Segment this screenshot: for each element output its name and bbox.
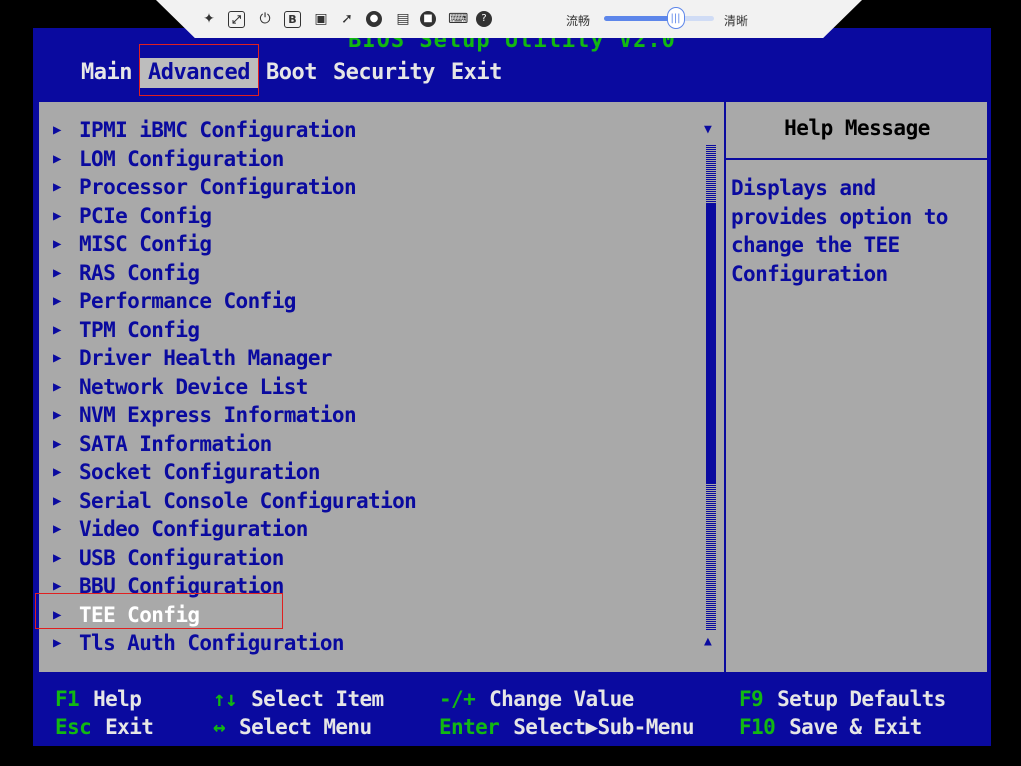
submenu-arrow-icon: ▶ (53, 264, 61, 281)
pin-icon[interactable]: ✦ (200, 10, 218, 28)
power-icon[interactable]: ⏻ (256, 10, 274, 28)
key-hint-select-menu: ↔ Select Menu (213, 715, 372, 739)
key-hint-select-item: ↑↓ Select Item (213, 687, 384, 711)
menu-item-socket[interactable]: ▶ Socket Configuration (53, 458, 416, 487)
submenu-arrow-icon: ▶ (53, 492, 61, 509)
help-panel-divider (724, 102, 726, 672)
submenu-arrow-icon: ▶ (53, 435, 61, 452)
scroll-up-arrow-icon[interactable]: ▲ (704, 634, 712, 649)
quality-slider-thumb[interactable]: ||| (666, 7, 685, 29)
settings-panel: ▶ IPMI iBMC Configuration ▶ LOM Configurat… (37, 100, 989, 674)
menu-item-tls-auth[interactable]: ▶ Tls Auth Configuration (53, 629, 416, 658)
submenu-arrow-icon: ▶ (53, 236, 61, 252)
submenu-arrow-icon: ▶ (53, 321, 61, 338)
b-key-icon[interactable]: B (284, 11, 301, 28)
tab-exit[interactable]: Exit (443, 58, 510, 88)
menu-item-sata[interactable]: ▶ SATA Information (53, 430, 416, 459)
advanced-menu-list: ▶ IPMI iBMC Configuration ▶ LOM Configurat… (53, 116, 417, 658)
key-hint-help: F1 Help (55, 687, 142, 711)
menu-item-processor[interactable]: ▶ Processor Configuration (53, 173, 416, 202)
help-text: Displays and provides option to change t… (731, 176, 948, 286)
key-hint-sub-menu: Enter Select▶Sub-Menu (439, 715, 694, 739)
help-title: Help Message (784, 116, 930, 140)
menu-item-video[interactable]: ▶ Video Configuration (53, 515, 416, 544)
menu-item-ras[interactable]: ▶ RAS Config (53, 259, 416, 288)
scrollbar-thumb[interactable] (706, 204, 716, 484)
menu-item-misc[interactable]: ▶ MISC Config (53, 230, 416, 259)
save-icon[interactable]: ▤ (394, 10, 412, 28)
submenu-arrow-icon: ▶ (53, 549, 61, 566)
submenu-arrow-icon: ▶ (53, 179, 61, 195)
help-icon[interactable]: ? (476, 11, 492, 27)
submenu-arrow-icon: ▶ (53, 207, 61, 224)
keyboard-icon[interactable]: ⌨ (448, 10, 468, 28)
menu-item-usb[interactable]: ▶ USB Configuration (53, 544, 416, 573)
menu-item-serial-console[interactable]: ▶ Serial Console Configuration (53, 487, 417, 516)
menu-item-ipmi[interactable]: ▶ IPMI iBMC Configuration (53, 116, 416, 145)
mouse-icon[interactable]: ➚ (338, 10, 356, 28)
submenu-arrow-icon: ▶ (53, 350, 61, 366)
submenu-arrow-icon: ▶ (53, 378, 61, 395)
menu-item-lom[interactable]: ▶ LOM Configuration (53, 145, 416, 174)
menu-item-pcie[interactable]: ▶ PCIe Config (53, 202, 416, 231)
screenshot-icon[interactable]: ▣ (312, 10, 330, 28)
tab-main[interactable]: Main (73, 58, 140, 88)
kvm-toolbar: ✦ ⤢ ⏻ B ▣ ➚ ● ▤ ■ ⌨ ? 流畅 ||| 清晰 (156, 0, 862, 38)
submenu-arrow-icon: ▶ (53, 464, 61, 480)
submenu-arrow-icon: ▶ (53, 635, 61, 651)
quality-slider[interactable] (604, 16, 714, 21)
menu-item-network-device[interactable]: ▶ Network Device List (53, 373, 416, 402)
submenu-arrow-icon: ▶ (53, 150, 61, 167)
help-title-divider (726, 158, 988, 160)
scroll-down-arrow-icon[interactable]: ▼ (704, 122, 712, 137)
advanced-tab-highlight (139, 44, 259, 96)
key-hint-save-exit: F10 Save & Exit (739, 715, 922, 739)
menu-item-tpm[interactable]: ▶ TPM Config (53, 316, 416, 345)
submenu-arrow-icon: ▶ (53, 293, 61, 309)
record-icon[interactable]: ● (366, 11, 382, 27)
menu-item-performance[interactable]: ▶ Performance Config (53, 287, 416, 316)
fullscreen-icon[interactable]: ⤢ (228, 11, 245, 28)
submenu-arrow-icon: ▶ (53, 521, 61, 537)
key-hint-exit: Esc Exit (55, 715, 154, 739)
menu-item-driver-health[interactable]: ▶ Driver Health Manager (53, 344, 416, 373)
submenu-arrow-icon: ▶ (53, 122, 61, 138)
quality-low-label: 流畅 (566, 14, 591, 28)
key-hint-change-value: -/+ Change Value (439, 687, 634, 711)
tab-boot[interactable]: Boot (258, 58, 325, 88)
tab-security[interactable]: Security (325, 58, 443, 88)
menu-item-nvm-express[interactable]: ▶ NVM Express Information (53, 401, 416, 430)
video-icon[interactable]: ■ (420, 11, 436, 27)
key-legend-footer: F1 Help ↑↓ Select Item -/+ Change Value F9 S… (33, 683, 991, 746)
quality-slider-fill (604, 16, 676, 21)
tee-config-highlight (35, 593, 283, 629)
quality-high-label: 清晰 (724, 14, 749, 28)
key-hint-setup-defaults: F9 Setup Defaults (739, 687, 946, 711)
submenu-arrow-icon: ▶ (53, 407, 61, 423)
